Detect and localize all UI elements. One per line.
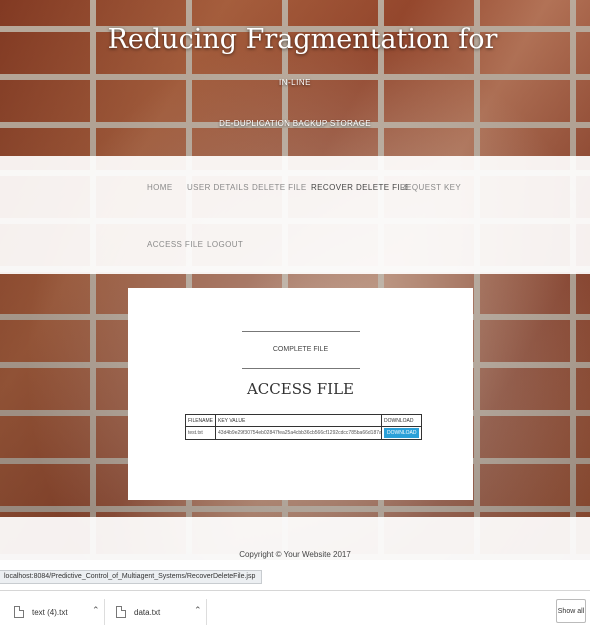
status-bar-url: localhost:8084/Predictive_Control_of_Mul… <box>0 570 263 584</box>
footer <box>0 517 590 575</box>
site-title: Reducing Fragmentation for <box>107 24 498 55</box>
divider <box>104 599 105 625</box>
nav-access-file[interactable]: ACCESS FILE <box>147 240 203 249</box>
filename-cell: test.txt <box>184 426 217 440</box>
divider <box>206 599 207 625</box>
complete-file-label: COMPLETE FILE <box>272 346 329 353</box>
nav-request-key[interactable]: REQUEST KEY <box>400 183 461 192</box>
site-subtitle-line1: IN-LINE <box>279 78 311 87</box>
files-table: FILENAME KEY VALUE DOWNLOAD test.txt 43d… <box>184 414 423 440</box>
table-row: test.txt 43d4b9e29f30754eb02847fea25a4cb… <box>184 426 423 440</box>
site-header: Reducing Fragmentation for IN-LINE DE-DU… <box>0 0 590 155</box>
divider-bottom <box>242 368 360 369</box>
download-item-name: data.txt <box>134 607 161 617</box>
access-file-panel: COMPLETE FILE ACCESS FILE FILENAME KEY V… <box>128 288 473 500</box>
page-title: ACCESS FILE <box>246 380 355 398</box>
download-cell: DOWNLOAD <box>381 426 423 440</box>
table-header-row: FILENAME KEY VALUE DOWNLOAD <box>184 414 423 427</box>
nav-home[interactable]: HOME <box>147 183 173 192</box>
nav-bar: HOME USER DETAILS DELETE FILE RECOVER DE… <box>0 156 590 274</box>
download-item[interactable]: data.txt <box>116 591 160 632</box>
download-item[interactable]: text (4).txt <box>14 591 68 632</box>
nav-logout[interactable]: LOGOUT <box>207 240 243 249</box>
download-button[interactable]: DOWNLOAD <box>384 428 420 438</box>
nav-recover-delete-file[interactable]: RECOVER DELETE FILE <box>311 183 411 192</box>
key-value-cell: 43d4b9e29f30754eb02847fea25a4cbb36cb566c… <box>215 426 383 440</box>
copyright-text: Copyright © Your Website 2017 <box>239 550 351 559</box>
file-icon <box>116 606 126 618</box>
nav-user-details[interactable]: USER DETAILS <box>187 183 249 192</box>
download-item-name: text (4).txt <box>32 607 68 617</box>
site-subtitle-line2: DE-DUPLICATION BACKUP STORAGE <box>219 119 371 128</box>
file-icon <box>14 606 24 618</box>
column-header-download: DOWNLOAD <box>381 414 423 427</box>
nav-delete-file[interactable]: DELETE FILE <box>252 183 307 192</box>
column-header-key-value: KEY VALUE <box>215 414 383 427</box>
column-header-filename: FILENAME <box>184 414 217 427</box>
downloads-bar: text (4).txt ⌃ data.txt ⌃ Show all <box>0 590 590 632</box>
show-all-button[interactable]: Show all <box>556 599 586 623</box>
chevron-up-icon[interactable]: ⌃ <box>92 605 100 616</box>
divider-top <box>242 331 360 332</box>
chevron-up-icon[interactable]: ⌃ <box>194 605 202 616</box>
